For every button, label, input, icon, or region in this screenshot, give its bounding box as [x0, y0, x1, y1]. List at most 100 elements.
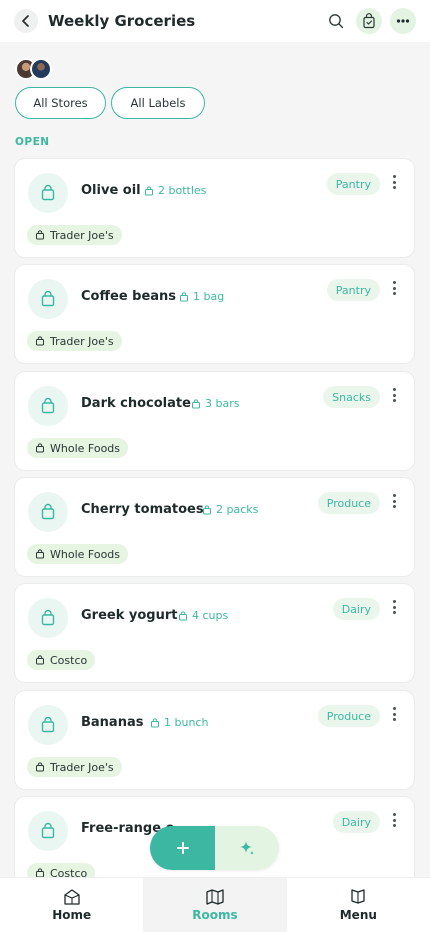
- item-icon: [28, 173, 68, 213]
- shopping-bag-icon: [41, 503, 55, 520]
- item-quantity: 1 bag: [179, 290, 224, 303]
- store-name: Trader Joe's: [50, 334, 114, 348]
- item-more-button[interactable]: [388, 705, 400, 723]
- search-button[interactable]: [324, 9, 348, 33]
- shopping-bag-icon: [41, 184, 55, 201]
- category-badge[interactable]: Produce: [317, 492, 380, 514]
- item-more-button[interactable]: [388, 811, 400, 829]
- nav-home[interactable]: Home: [0, 878, 143, 932]
- store-badge[interactable]: Trader Joe's: [27, 225, 122, 245]
- item-name: Dark chocolate: [81, 396, 191, 411]
- bottom-nav: Home Rooms Menu: [0, 877, 430, 932]
- bag-small-icon: [36, 443, 44, 453]
- category-badge[interactable]: Snacks: [323, 386, 380, 408]
- item-quantity-text: 3 bars: [205, 397, 240, 410]
- nav-home-label: Home: [52, 908, 92, 922]
- category-badge[interactable]: Pantry: [326, 279, 380, 301]
- fab-group: [150, 826, 279, 870]
- home-icon: [64, 889, 80, 905]
- plus-icon: [176, 842, 189, 854]
- store-badge[interactable]: Trader Joe's: [27, 757, 122, 777]
- bag-small-icon: [36, 762, 44, 772]
- item-quantity: 3 bars: [191, 397, 239, 410]
- item-quantity-text: 1 bag: [193, 290, 225, 303]
- list-item[interactable]: Olive oil 2 bottles Pantry Trader Joe's: [15, 159, 414, 257]
- category-badge[interactable]: Dairy: [332, 811, 380, 833]
- item-quantity: 2 bottles: [144, 184, 206, 197]
- store-badge[interactable]: Costco: [27, 650, 96, 670]
- item-quantity-text: 4 cups: [192, 609, 229, 622]
- sparkle-icon: [240, 841, 254, 855]
- list-item[interactable]: Greek yogurt 4 cups Dairy Costco: [15, 584, 414, 682]
- bag-small-icon: [36, 655, 44, 665]
- item-more-button[interactable]: [388, 598, 400, 616]
- more-horizontal-icon: [396, 19, 410, 23]
- item-icon: [28, 279, 68, 319]
- bag-small-icon: [36, 549, 44, 559]
- item-icon: [28, 386, 68, 426]
- nav-rooms-label: Rooms: [192, 908, 238, 922]
- list-item[interactable]: Bananas 1 bunch Produce Trader Joe's: [15, 691, 414, 789]
- store-badge[interactable]: Whole Foods: [27, 544, 129, 564]
- search-icon: [329, 14, 344, 29]
- item-more-button[interactable]: [388, 492, 400, 510]
- shopping-mode-button[interactable]: [356, 8, 382, 34]
- chevron-left-icon: [22, 15, 29, 27]
- item-icon: [28, 492, 68, 532]
- store-name: Whole Foods: [50, 547, 121, 561]
- item-icon: [28, 705, 68, 745]
- page-title: Weekly Groceries: [48, 12, 196, 30]
- bag-small-icon: [145, 185, 153, 195]
- shopping-bag-icon: [41, 609, 55, 626]
- menu-book-icon: [351, 889, 365, 904]
- category-badge[interactable]: Pantry: [326, 173, 380, 195]
- app-header: Weekly Groceries: [0, 0, 430, 42]
- list-item[interactable]: Coffee beans 1 bag Pantry Trader Joe's: [15, 265, 414, 363]
- item-quantity-text: 2 bottles: [158, 184, 207, 197]
- item-quantity-text: 1 bunch: [164, 716, 209, 729]
- item-quantity: 4 cups: [178, 609, 228, 622]
- item-name: Bananas: [81, 715, 144, 730]
- shopping-bag-icon: [41, 822, 55, 839]
- bag-small-icon: [36, 336, 44, 346]
- add-item-button[interactable]: [150, 826, 215, 870]
- item-icon: [28, 598, 68, 638]
- item-icon: [28, 811, 68, 851]
- ai-assist-button[interactable]: [215, 826, 279, 870]
- bag-small-icon: [203, 504, 211, 514]
- item-quantity: 2 packs: [202, 503, 258, 516]
- nav-rooms[interactable]: Rooms: [143, 878, 287, 932]
- avatar: [30, 58, 52, 80]
- shopping-bag-icon: [41, 716, 55, 733]
- more-options-button[interactable]: [390, 8, 416, 34]
- filter-labels-chip[interactable]: All Labels: [111, 87, 205, 119]
- store-name: Costco: [50, 653, 88, 667]
- store-name: Trader Joe's: [50, 228, 114, 242]
- category-badge[interactable]: Produce: [317, 705, 380, 727]
- store-badge[interactable]: Trader Joe's: [27, 331, 122, 351]
- item-name: Olive oil: [81, 183, 141, 198]
- store-name: Trader Joe's: [50, 760, 114, 774]
- shopping-bag-icon: [363, 13, 375, 29]
- section-header-open: OPEN: [15, 136, 50, 148]
- item-name: Coffee beans: [81, 289, 177, 304]
- bag-small-icon: [179, 610, 187, 620]
- list-item[interactable]: Dark chocolate 3 bars Snacks Whole Foods: [15, 372, 414, 470]
- nav-menu[interactable]: Menu: [287, 878, 430, 932]
- item-more-button[interactable]: [388, 279, 400, 297]
- nav-menu-label: Menu: [339, 908, 377, 922]
- item-name: Greek yogurt: [81, 608, 178, 623]
- item-more-button[interactable]: [388, 386, 400, 404]
- item-name: Cherry tomatoes: [81, 502, 204, 517]
- store-badge[interactable]: Whole Foods: [27, 438, 129, 458]
- item-quantity-text: 2 packs: [216, 503, 259, 516]
- category-badge[interactable]: Dairy: [332, 598, 380, 620]
- item-more-button[interactable]: [388, 173, 400, 191]
- shopping-bag-icon: [41, 397, 55, 414]
- filter-stores-chip[interactable]: All Stores: [15, 87, 106, 119]
- list-item[interactable]: Cherry tomatoes 2 packs Produce Whole Foods: [15, 478, 414, 576]
- item-quantity: 1 bunch: [150, 716, 208, 729]
- bag-small-icon: [36, 230, 44, 240]
- back-button[interactable]: [14, 9, 38, 33]
- filter-bar: All Stores All Labels: [15, 87, 205, 119]
